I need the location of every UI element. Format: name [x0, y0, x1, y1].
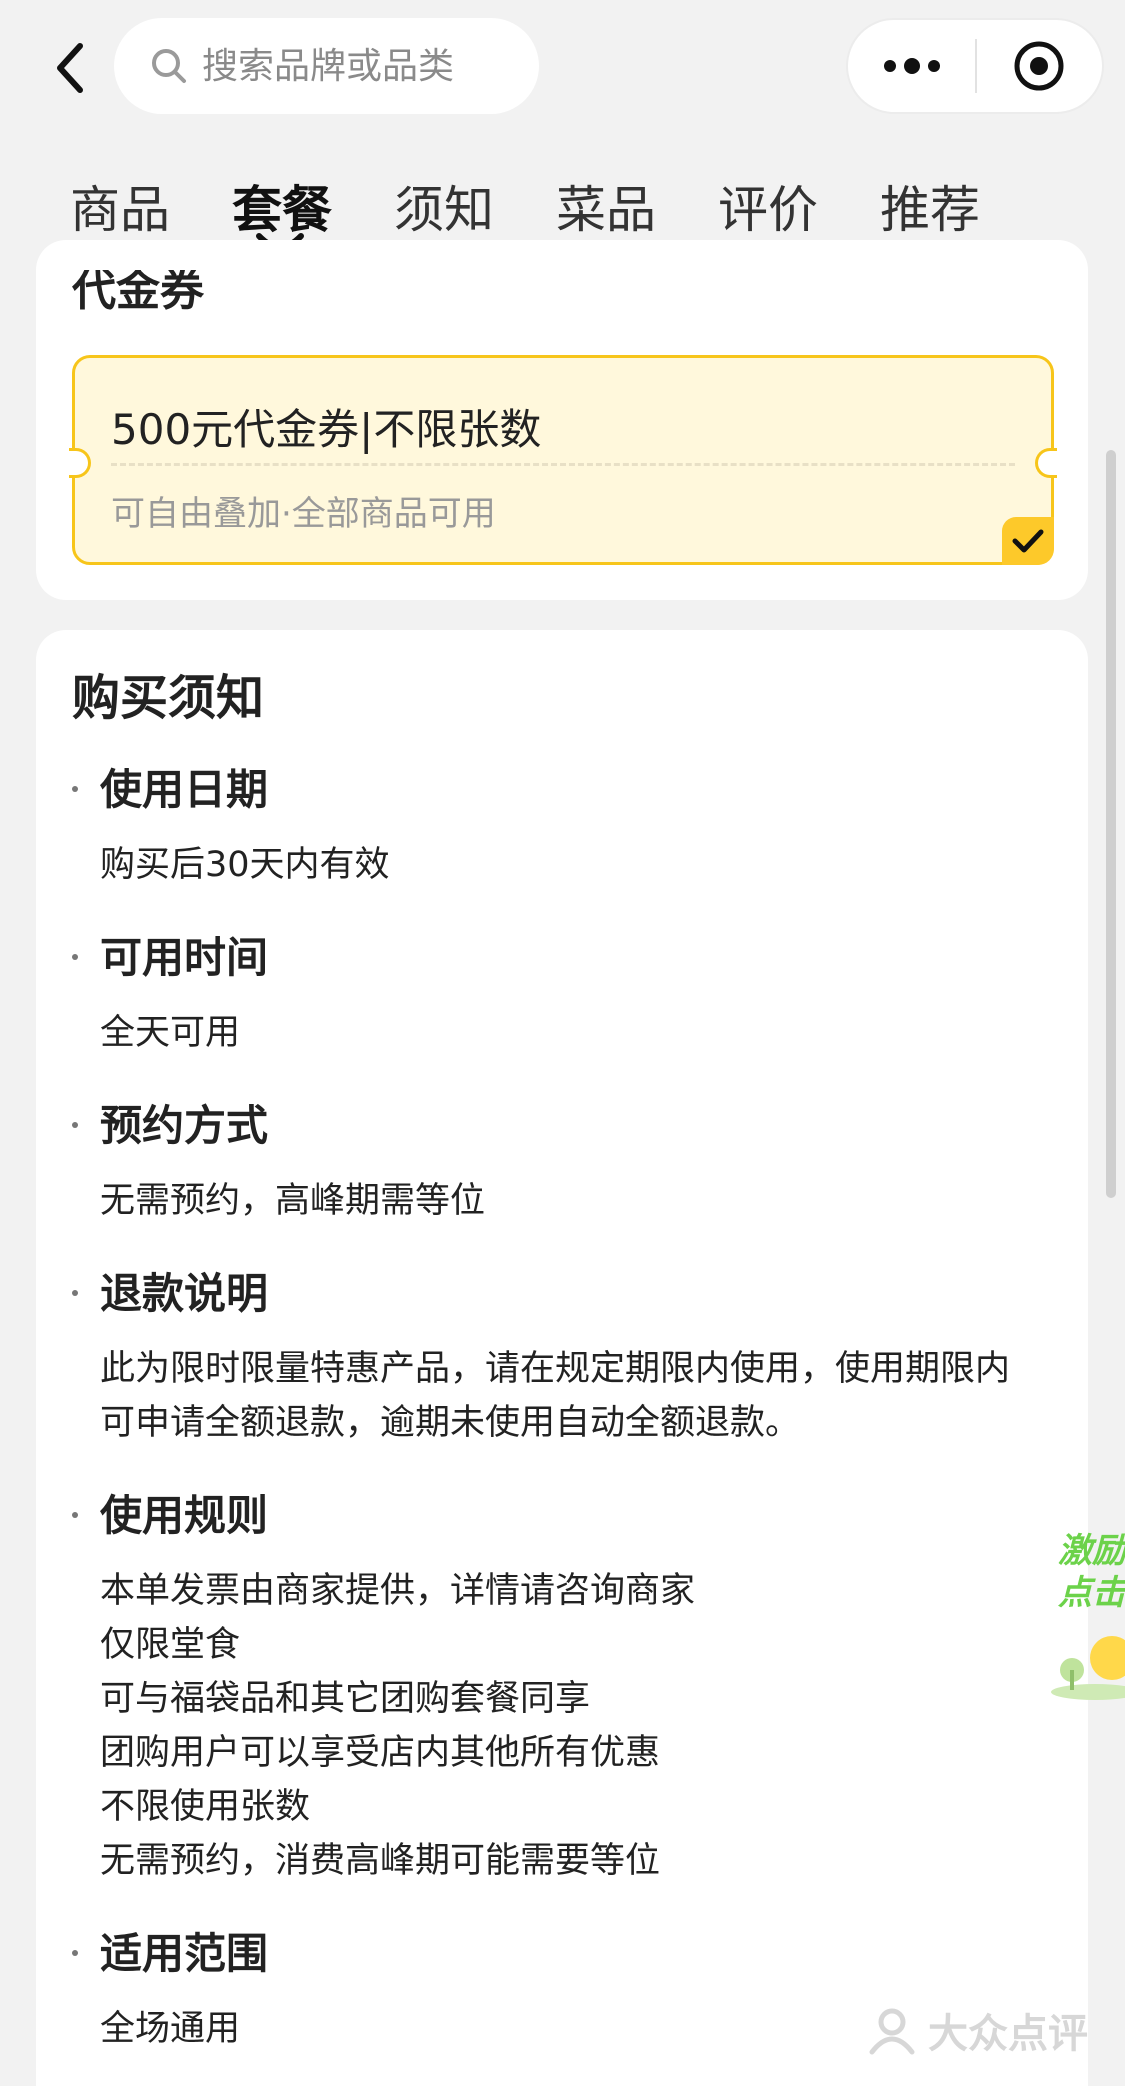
section-heading-text: 可用时间 [100, 933, 269, 982]
section-body: 无需预约，高峰期需等位 [72, 1174, 1072, 1228]
target-icon [1014, 41, 1064, 91]
section-heading-text: 适用范围 [100, 1929, 269, 1978]
voucher-card: 代金券 500元代金券|不限张数 可自由叠加·全部商品可用 [36, 240, 1088, 600]
back-button[interactable] [30, 28, 110, 108]
selected-check-badge [1002, 517, 1054, 565]
section-body: 购买后30天内有效 [72, 838, 1072, 892]
section-heading: 适用范围 [72, 1926, 1072, 1982]
tab-recommend[interactable]: 推荐 [880, 170, 980, 242]
section-heading: 使用日期 [72, 762, 1072, 818]
voucher-name: 500元代金券|不限张数 [111, 405, 542, 454]
watermark-text: 大众点评 [928, 2011, 1088, 2057]
section-line: 团购用户可以享受店内其他所有优惠 [100, 1733, 661, 1773]
tab-dishes[interactable]: 菜品 [556, 170, 656, 242]
scrollbar[interactable] [1106, 450, 1116, 1198]
promo-line-1: 激励 [1058, 1531, 1125, 1571]
section-line: 仅限堂食 [100, 1625, 241, 1665]
section-body: 本单发票由商家提供，详情请咨询商家 仅限堂食 可与福袋品和其它团购套餐同享 团购… [72, 1564, 1072, 1888]
search-box[interactable] [114, 18, 539, 114]
notice-section-reservation: 预约方式 无需预约，高峰期需等位 [72, 1098, 1072, 1228]
section-line: 无需预约，消费高峰期可能需要等位 [100, 1841, 661, 1881]
promo-text: 激励 点击 [1058, 1530, 1125, 1614]
voucher-description: 可自由叠加·全部商品可用 [111, 494, 496, 534]
section-body: 全天可用 [72, 1006, 1072, 1060]
promo-mascot-icon [1051, 1636, 1125, 1700]
notice-section-available-time: 可用时间 全天可用 [72, 930, 1072, 1060]
more-button[interactable] [848, 20, 975, 112]
search-icon [150, 46, 190, 86]
section-line: 可申请全额退款，逾期未使用自动全额退款。 [100, 1403, 801, 1443]
watermark: 大众点评 [866, 2000, 1088, 2060]
section-line: 不限使用张数 [100, 1787, 311, 1827]
search-input[interactable] [202, 45, 502, 87]
section-line: 可与福袋品和其它团购套餐同享 [100, 1679, 591, 1719]
bullet-dot [72, 1950, 78, 1956]
notice-title: 购买须知 [72, 670, 265, 726]
section-line: 购买后30天内有效 [100, 845, 390, 885]
section-heading: 可用时间 [72, 930, 1072, 986]
tab-reviews[interactable]: 评价 [718, 170, 818, 242]
section-line: 此为限时限量特惠产品，请在规定期限内使用，使用期限内 [100, 1349, 1011, 1389]
voucher-option[interactable]: 500元代金券|不限张数 可自由叠加·全部商品可用 [69, 355, 1057, 565]
top-bar [0, 0, 1125, 130]
promo-line-2: 点击 [1058, 1573, 1125, 1613]
voucher-divider [111, 463, 1015, 466]
section-heading-text: 退款说明 [100, 1269, 269, 1318]
check-icon [1012, 529, 1044, 553]
tab-products[interactable]: 商品 [70, 170, 170, 242]
back-arrow-icon [57, 43, 83, 93]
section-heading-text: 预约方式 [100, 1101, 269, 1150]
bullet-dot [72, 954, 78, 960]
bullet-dot [72, 1512, 78, 1518]
section-heading: 预约方式 [72, 1098, 1072, 1154]
bullet-dot [72, 786, 78, 792]
dianping-logo-icon [869, 2008, 915, 2055]
bullet-dot [72, 1290, 78, 1296]
more-dots-icon [883, 58, 940, 74]
section-heading-text: 使用日期 [100, 765, 269, 814]
section-line: 本单发票由商家提供，详情请咨询商家 [100, 1571, 696, 1611]
mini-program-capsule [846, 18, 1104, 114]
section-body: 此为限时限量特惠产品，请在规定期限内使用，使用期限内 可申请全额退款，逾期未使用… [72, 1342, 1072, 1450]
page: 商品 套餐 须知 菜品 评价 推荐 代金券 500元代金券|不限张数 可自由叠加… [0, 0, 1125, 2086]
notice-section-rules: 使用规则 本单发票由商家提供，详情请咨询商家 仅限堂食 可与福袋品和其它团购套餐… [72, 1488, 1072, 1888]
section-heading: 退款说明 [72, 1266, 1072, 1322]
voucher-notch-left [69, 448, 91, 478]
voucher-card-title: 代金券 [72, 265, 204, 316]
section-heading: 使用规则 [72, 1488, 1072, 1544]
tab-notice[interactable]: 须知 [394, 170, 494, 242]
notice-section-refund: 退款说明 此为限时限量特惠产品，请在规定期限内使用，使用期限内 可申请全额退款，… [72, 1266, 1072, 1450]
section-heading-text: 使用规则 [100, 1491, 269, 1540]
section-line: 全天可用 [100, 1013, 241, 1053]
bullet-dot [72, 1122, 78, 1128]
notice-section-usage-date: 使用日期 购买后30天内有效 [72, 762, 1072, 892]
section-line: 无需预约，高峰期需等位 [100, 1181, 486, 1221]
purchase-notice-card: 购买须知 使用日期 购买后30天内有效 可用时间 全天可用 预约方式 无需预约，… [36, 630, 1088, 2086]
close-mini-program-button[interactable] [977, 20, 1102, 112]
voucher-notch-right [1035, 448, 1057, 478]
floating-promo-badge[interactable]: 激励 点击 [1040, 1520, 1125, 1700]
